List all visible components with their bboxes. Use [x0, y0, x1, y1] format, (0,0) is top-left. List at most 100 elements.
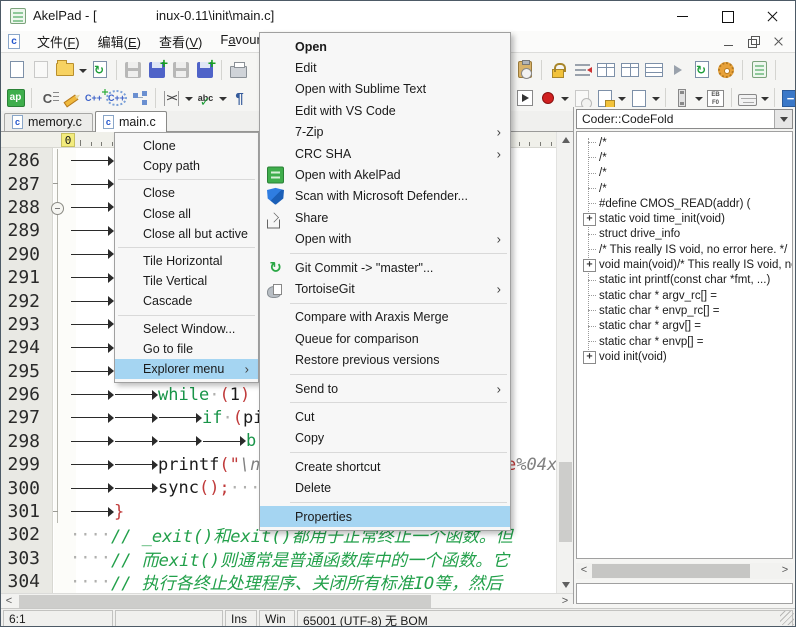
tree-item-[interactable]: /* [577, 181, 792, 196]
tab-main-c[interactable]: cmain.c [95, 111, 167, 132]
reopen-file-button[interactable] [29, 58, 53, 82]
mdi-close-button[interactable] [771, 34, 787, 49]
menu-item-properties[interactable]: Properties [260, 506, 510, 527]
refresh-document-button[interactable] [690, 58, 714, 82]
spellcheck-button[interactable]: abc [194, 87, 217, 109]
menu-view[interactable]: 查看(V) [150, 30, 211, 53]
tree-item-static-char-envp-rc[interactable]: static char * envp_rc[] = [577, 303, 792, 318]
menu-item-cascade[interactable]: Cascade [115, 291, 258, 311]
fold-collapse-icon[interactable] [47, 196, 70, 219]
panel-scroll-right-button[interactable]: > [777, 563, 793, 578]
collapse-dropdown-caret[interactable] [183, 86, 194, 110]
menu-item-explorer-menu[interactable]: Explorer menu› [115, 359, 258, 379]
record-macro-button[interactable] [536, 87, 559, 109]
spellcheck-dropdown-caret[interactable] [217, 86, 228, 110]
reload-file-button[interactable] [88, 58, 112, 82]
tree-item-static-void-time-init-void[interactable]: static void time_init(void) [577, 211, 792, 226]
scroll-right-button[interactable]: > [557, 594, 573, 609]
save-as-button[interactable] [145, 58, 169, 82]
save-button[interactable] [121, 58, 145, 82]
menu-item-tile-vertical[interactable]: Tile Vertical [115, 271, 258, 291]
scroll-left-button[interactable]: < [1, 594, 17, 609]
menu-item-delete[interactable]: Delete [260, 477, 510, 498]
menu-item-close-all-but-active[interactable]: Close all but active [115, 224, 258, 244]
recent-files-button[interactable] [570, 87, 593, 109]
menu-item-7-zip[interactable]: 7-Zip› [260, 122, 510, 143]
expand-plus-icon[interactable] [577, 349, 599, 364]
menu-edit[interactable]: 编辑(E) [89, 30, 150, 53]
horizontal-scroll-thumb[interactable] [19, 595, 431, 608]
menu-item-queue-for-comparison[interactable]: Queue for comparison [260, 328, 510, 349]
hex-view-button[interactable]: EB F0 [704, 87, 727, 109]
menu-item-select-window[interactable]: Select Window... [115, 319, 258, 339]
highlighter-button[interactable] [59, 87, 82, 109]
plugin-selector-combobox[interactable]: Coder::CodeFold [576, 109, 793, 129]
codefold-treebox[interactable]: /*/*/*/*#define CMOS_READ(addr) (static … [576, 131, 793, 559]
locked-document-button[interactable] [593, 87, 616, 109]
cpp-insert-button[interactable]: C++ [82, 87, 105, 109]
menu-item-go-to-file[interactable]: Go to file [115, 339, 258, 359]
tree-item-this-really-is-void-no-error-h[interactable]: /* This really IS void, no error here. *… [577, 242, 792, 257]
akelpad-plugin-button[interactable]: ap [4, 87, 27, 109]
scroll-up-button[interactable] [557, 132, 574, 148]
readonly-lock-button[interactable] [546, 58, 570, 82]
tree-item-static-int-printf-const-char-f[interactable]: static int printf(const char *fmt, ...) [577, 273, 792, 288]
resize-grip[interactable] [780, 611, 794, 625]
menu-item-compare-with-araxis-merge[interactable]: Compare with Araxis Merge [260, 307, 510, 328]
editor-horizontal-scrollbar[interactable]: < > [1, 593, 573, 608]
paste-date-button[interactable] [513, 58, 537, 82]
word-wrap-button[interactable] [570, 58, 594, 82]
structure-nodes-button[interactable] [128, 87, 151, 109]
menu-item-send-to[interactable]: Send to› [260, 378, 510, 399]
open-folder-button[interactable] [53, 58, 77, 82]
menu-item-close-all[interactable]: Close all [115, 204, 258, 224]
menu-item-cut[interactable]: Cut [260, 406, 510, 427]
mdi-document-icon[interactable]: c [8, 34, 20, 49]
tree-item-[interactable]: /* [577, 135, 792, 150]
pilcrow-button[interactable]: ¶ [228, 87, 251, 109]
tree-item-[interactable]: /* [577, 150, 792, 165]
scrollbar-settings-button[interactable] [670, 87, 693, 109]
menu-item-open-with[interactable]: Open with› [260, 229, 510, 250]
new-file-button[interactable] [5, 58, 29, 82]
menu-item-crc-sha[interactable]: CRC SHA› [260, 143, 510, 164]
expand-plus-icon[interactable] [577, 257, 599, 272]
scroll-down-button[interactable] [557, 577, 574, 593]
macro-dropdown-caret[interactable] [559, 86, 570, 110]
menu-item-tortoisegit[interactable]: TortoiseGit› [260, 278, 510, 299]
tree-item-void-main-void-this-really-is-[interactable]: void main(void)/* This really IS void, n… [577, 257, 792, 272]
encoding-button[interactable]: C [36, 87, 59, 109]
close-button[interactable] [750, 1, 795, 31]
tree-item-void-init-void[interactable]: void init(void) [577, 349, 792, 364]
menu-item-open-with-sublime-text[interactable]: Open with Sublime Text [260, 79, 510, 100]
menu-item-clone[interactable]: Clone [115, 136, 258, 156]
tab-memory-c[interactable]: cmemory.c [4, 113, 93, 131]
tree-item-static-char-argv-rc[interactable]: static char * argv_rc[] = [577, 288, 792, 303]
menu-item-share[interactable]: Share [260, 207, 510, 228]
menu-file[interactable]: 文件(F) [28, 30, 89, 53]
collapse-button[interactable]: >< [160, 87, 183, 109]
menu-item-tile-horizontal[interactable]: Tile Horizontal [115, 251, 258, 271]
tree-item-static-char-argv[interactable]: static char * argv[] = [577, 319, 792, 334]
keyboard-button[interactable] [736, 87, 759, 109]
save-all-button[interactable] [193, 58, 217, 82]
tree-item-struct-drive-info[interactable]: struct drive_info [577, 227, 792, 242]
menu-item-copy-path[interactable]: Copy path [115, 156, 258, 176]
split-vertical-button[interactable] [618, 58, 642, 82]
panel-bottom-box[interactable] [576, 583, 793, 604]
mdi-restore-button[interactable] [746, 34, 762, 49]
tree-item-static-char-envp[interactable]: static char * envp[] = [577, 334, 792, 349]
save-copy-button[interactable] [169, 58, 193, 82]
panel-scroll-thumb[interactable] [592, 564, 750, 578]
tree-item-[interactable]: /* [577, 166, 792, 181]
panel-scroll-left-button[interactable]: < [576, 563, 592, 578]
akelpad-notes-button[interactable] [747, 58, 771, 82]
expand-plus-icon[interactable] [577, 211, 599, 226]
combobox-dropdown-button[interactable] [774, 110, 792, 128]
menu-item-edit[interactable]: Edit [260, 57, 510, 78]
panel-horizontal-scrollbar[interactable]: < > [576, 563, 793, 579]
tree-item-define-cmos-read-addr[interactable]: #define CMOS_READ(addr) ( [577, 196, 792, 211]
menu-item-copy[interactable]: Copy [260, 428, 510, 449]
editor-vertical-scrollbar[interactable] [556, 132, 573, 593]
minimize-button[interactable] [660, 1, 705, 31]
